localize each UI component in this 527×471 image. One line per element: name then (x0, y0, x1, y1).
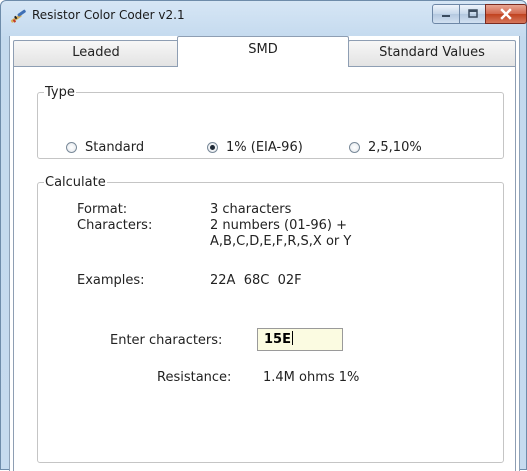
tab-strip: Leaded SMD Standard Values (10, 36, 521, 67)
radio-standard[interactable]: Standard (66, 140, 144, 155)
radio-selected-icon (207, 142, 218, 153)
window-title: Resistor Color Coder v2.1 (32, 8, 185, 22)
resistance-label: Resistance: (157, 370, 232, 385)
minimize-button[interactable] (432, 4, 460, 24)
app-window: Resistor Color Coder v2.1 Leaded SMD Sta… (0, 0, 527, 471)
format-label: Format: (77, 202, 128, 217)
type-group-legend: Type (45, 85, 75, 100)
examples-label: Examples: (77, 273, 145, 288)
title-bar[interactable]: Resistor Color Coder v2.1 (1, 1, 527, 31)
radio-2-5-10-label: 2,5,10% (368, 140, 422, 155)
minimize-icon (442, 15, 450, 17)
enter-characters-label: Enter characters: (110, 333, 223, 348)
format-value: 3 characters (210, 202, 292, 217)
characters-input-value: 15E (264, 332, 291, 347)
radio-eia96[interactable]: 1% (EIA-96) (207, 140, 303, 155)
close-icon (500, 8, 512, 20)
characters-value-line1: 2 numbers (01-96) + (210, 218, 347, 233)
radio-circle-icon (66, 142, 77, 153)
tab-standard-values[interactable]: Standard Values (348, 40, 516, 66)
resistance-value: 1.4M ohms 1% (263, 370, 360, 385)
radio-standard-label: Standard (85, 140, 145, 155)
examples-value: 22A 68C 02F (210, 273, 302, 288)
close-button[interactable] (485, 4, 527, 24)
characters-label: Characters: (77, 218, 153, 233)
tab-smd[interactable]: SMD (177, 36, 349, 67)
characters-input[interactable]: 15E (257, 328, 343, 351)
calculate-group-legend: Calculate (45, 175, 106, 190)
resistor-pen-icon (10, 9, 26, 23)
radio-eia96-label: 1% (EIA-96) (226, 140, 303, 155)
tab-leaded[interactable]: Leaded (13, 40, 179, 66)
maximize-icon (467, 9, 478, 18)
radio-2-5-10[interactable]: 2,5,10% (349, 140, 422, 155)
characters-value-line2: A,B,C,D,E,F,R,S,X or Y (210, 234, 352, 249)
client-area: Leaded SMD Standard Values Type Standard… (9, 36, 520, 471)
radio-circle-icon (349, 142, 360, 153)
text-caret (291, 331, 293, 345)
maximize-button[interactable] (459, 4, 486, 24)
smd-tab-panel: Type Standard 1% (EIA-96) 2,5,10% Calcul… (13, 66, 516, 471)
